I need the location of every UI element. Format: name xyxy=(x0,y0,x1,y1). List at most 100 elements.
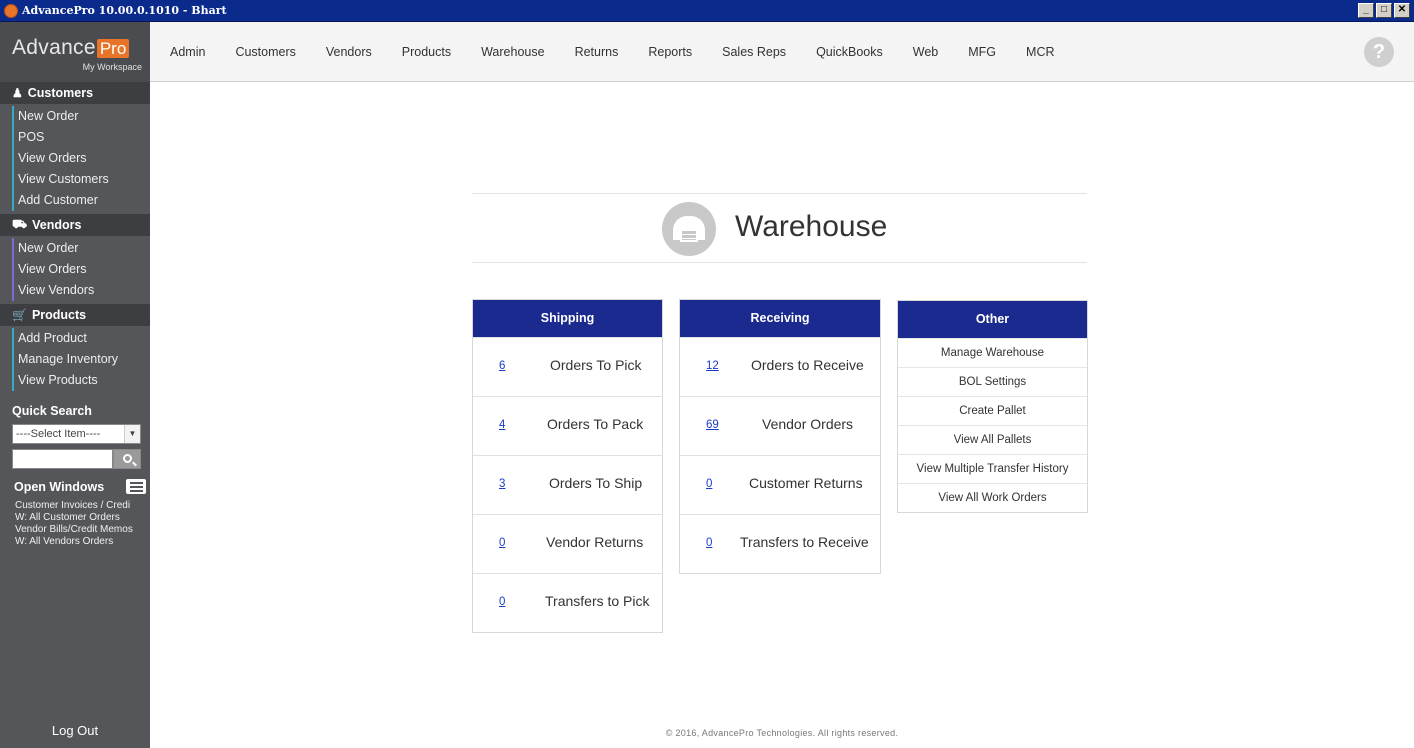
row-label: Vendor Returns xyxy=(546,534,644,550)
receiving-panel: Receiving 12 Orders to Receive 69 Vendor… xyxy=(679,299,881,574)
maximize-button[interactable]: □ xyxy=(1376,3,1392,18)
receiving-row-transfers-to-receive[interactable]: 0 Transfers to Receive xyxy=(680,514,880,573)
search-icon xyxy=(123,454,132,463)
main-content: Warehouse Shipping 6 Orders To Pick 4 Or… xyxy=(150,83,1414,748)
row-label: Orders to Receive xyxy=(751,357,864,373)
receiving-row-orders-to-receive[interactable]: 12 Orders to Receive xyxy=(680,337,880,396)
open-windows-header: Open Windows xyxy=(0,469,150,494)
open-window-item[interactable]: W: All Vendors Orders xyxy=(15,536,150,548)
quick-search-title: Quick Search xyxy=(12,404,92,418)
nav-customers[interactable]: Customers xyxy=(220,45,310,59)
help-icon[interactable]: ? xyxy=(1364,37,1394,67)
user-icon: ♟ xyxy=(12,86,23,100)
sidebar-item-view-customers[interactable]: View Customers xyxy=(0,169,150,190)
count-link[interactable]: 0 xyxy=(706,478,712,490)
sidebar-section-products: 🛒 Products xyxy=(0,304,150,326)
open-window-item[interactable]: Vendor Bills/Credit Memos xyxy=(15,524,150,536)
receiving-row-customer-returns[interactable]: 0 Customer Returns xyxy=(680,455,880,514)
nav-admin[interactable]: Admin xyxy=(150,45,220,59)
sidebar-item-vendor-view-orders[interactable]: View Orders xyxy=(0,259,150,280)
sidebar: Advance Pro My Workspace ♟ Customers New … xyxy=(0,22,150,748)
count-link[interactable]: 6 xyxy=(499,360,505,372)
search-button[interactable] xyxy=(113,449,141,469)
count-link[interactable]: 69 xyxy=(706,419,719,431)
shipping-row-orders-to-pick[interactable]: 6 Orders To Pick xyxy=(473,337,662,396)
nav-vendors[interactable]: Vendors xyxy=(311,45,387,59)
close-button[interactable]: ✕ xyxy=(1394,3,1410,18)
nav-sales-reps[interactable]: Sales Reps xyxy=(707,45,801,59)
app-icon xyxy=(4,3,18,18)
nav-warehouse[interactable]: Warehouse xyxy=(466,45,559,59)
count-link[interactable]: 4 xyxy=(499,419,505,431)
row-label: Vendor Orders xyxy=(762,416,854,432)
nav-web[interactable]: Web xyxy=(898,45,953,59)
row-label: Orders To Ship xyxy=(549,475,643,491)
other-link-view-all-pallets[interactable]: View All Pallets xyxy=(898,425,1087,454)
chevron-down-icon[interactable]: ▼ xyxy=(124,425,140,443)
truck-icon: ⛟ xyxy=(12,217,28,231)
nav-returns[interactable]: Returns xyxy=(560,45,634,59)
sidebar-section-customers: ♟ Customers xyxy=(0,82,150,104)
panel-header: Shipping xyxy=(473,300,662,337)
shipping-row-orders-to-ship[interactable]: 3 Orders To Ship xyxy=(473,455,662,514)
page-header: Warehouse xyxy=(472,193,1087,263)
sidebar-item-add-customer[interactable]: Add Customer xyxy=(0,190,150,211)
panel-header: Other xyxy=(898,301,1087,338)
panel-header: Receiving xyxy=(680,300,880,337)
sidebar-item-add-product[interactable]: Add Product xyxy=(0,328,150,349)
window-title-bar: AdvancePro 10.00.0.1010 - Bhart _ □ ✕ xyxy=(0,0,1414,22)
shipping-row-orders-to-pack[interactable]: 4 Orders To Pack xyxy=(473,396,662,455)
footer-copyright: © 2016, AdvancePro Technologies. All rig… xyxy=(665,728,899,738)
section-title: Customers xyxy=(27,86,94,100)
list-icon[interactable] xyxy=(126,479,146,494)
count-link[interactable]: 0 xyxy=(499,596,505,608)
row-label: Orders To Pick xyxy=(550,357,642,373)
sidebar-item-vendor-new-order[interactable]: New Order xyxy=(0,238,150,259)
other-link-create-pallet[interactable]: Create Pallet xyxy=(898,396,1087,425)
sidebar-item-view-orders[interactable]: View Orders xyxy=(0,148,150,169)
count-link[interactable]: 0 xyxy=(499,537,505,549)
quick-search-select[interactable]: ----Select Item---- ▼ xyxy=(12,424,141,444)
page-title: Warehouse xyxy=(735,210,888,243)
nav-quickbooks[interactable]: QuickBooks xyxy=(801,45,898,59)
nav-reports[interactable]: Reports xyxy=(633,45,707,59)
sidebar-item-new-order[interactable]: New Order xyxy=(0,106,150,127)
open-window-item[interactable]: Customer Invoices / Credi xyxy=(15,500,150,512)
open-windows-title: Open Windows xyxy=(14,479,105,494)
sidebar-section-vendors: ⛟ Vendors xyxy=(0,214,150,236)
count-link[interactable]: 3 xyxy=(499,478,505,490)
row-label: Transfers to Receive xyxy=(740,534,869,550)
other-link-view-multiple-transfer-history[interactable]: View Multiple Transfer History xyxy=(898,454,1087,483)
top-nav: Admin Customers Vendors Products Warehou… xyxy=(150,22,1414,82)
logo-text: Advance xyxy=(12,36,96,59)
logout-button[interactable]: Log Out xyxy=(0,723,150,738)
nav-mfg[interactable]: MFG xyxy=(953,45,1011,59)
quick-search-input[interactable] xyxy=(12,449,113,469)
open-window-item[interactable]: W: All Customer Orders xyxy=(15,512,150,524)
logo[interactable]: Advance Pro My Workspace xyxy=(0,22,150,82)
receiving-row-vendor-orders[interactable]: 69 Vendor Orders xyxy=(680,396,880,455)
sidebar-item-pos[interactable]: POS xyxy=(0,127,150,148)
count-link[interactable]: 12 xyxy=(706,360,719,372)
window-title: AdvancePro 10.00.0.1010 - Bhart xyxy=(22,4,227,17)
nav-mcr[interactable]: MCR xyxy=(1011,45,1069,59)
row-label: Customer Returns xyxy=(749,475,863,491)
minimize-button[interactable]: _ xyxy=(1358,3,1374,18)
shipping-row-transfers-to-pick[interactable]: 0 Transfers to Pick xyxy=(473,573,662,632)
other-link-view-all-work-orders[interactable]: View All Work Orders xyxy=(898,483,1087,512)
logo-subtitle: My Workspace xyxy=(82,62,142,72)
shipping-row-vendor-returns[interactable]: 0 Vendor Returns xyxy=(473,514,662,573)
other-link-bol-settings[interactable]: BOL Settings xyxy=(898,367,1087,396)
other-panel: Other Manage Warehouse BOL Settings Crea… xyxy=(897,300,1088,513)
logo-badge: Pro xyxy=(96,39,130,58)
select-value: ----Select Item---- xyxy=(16,428,101,440)
sidebar-item-view-products[interactable]: View Products xyxy=(0,370,150,391)
sidebar-item-view-vendors[interactable]: View Vendors xyxy=(0,280,150,301)
section-title: Vendors xyxy=(32,218,82,232)
count-link[interactable]: 0 xyxy=(706,537,712,549)
sidebar-item-manage-inventory[interactable]: Manage Inventory xyxy=(0,349,150,370)
nav-products[interactable]: Products xyxy=(387,45,466,59)
row-label: Transfers to Pick xyxy=(545,593,650,609)
other-link-manage-warehouse[interactable]: Manage Warehouse xyxy=(898,338,1087,367)
open-windows-list: Customer Invoices / Credi W: All Custome… xyxy=(0,494,150,548)
